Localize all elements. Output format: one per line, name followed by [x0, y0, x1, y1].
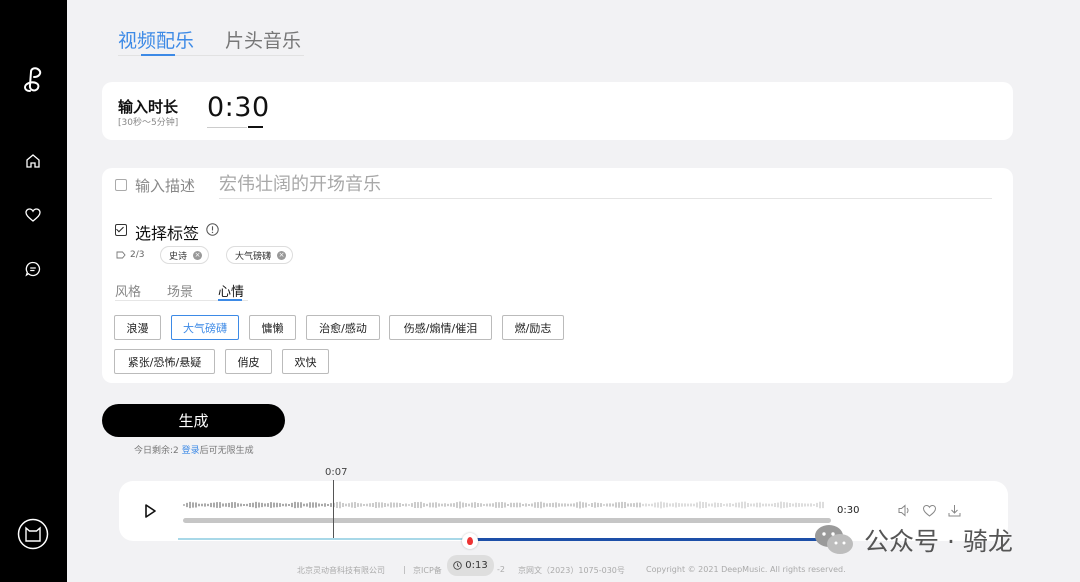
remove-tag-icon[interactable]: ×: [193, 250, 203, 260]
tag-count-value: 2/3: [130, 250, 145, 260]
timeline-marker[interactable]: [462, 533, 478, 549]
clock-icon: [453, 561, 463, 570]
footer-icp[interactable]: 京ICP备: [413, 565, 442, 576]
sidebar: [0, 0, 67, 582]
tag-option[interactable]: 伤感/煽情/催泪: [389, 315, 492, 340]
selected-tag-chip: 史诗 ×: [160, 246, 210, 264]
playhead-time: 0:07: [325, 467, 348, 478]
progress-track[interactable]: [183, 518, 831, 523]
watermark: 公众号 · 骑龙: [812, 522, 1013, 558]
message-icon[interactable]: [24, 260, 42, 278]
subtab-mood[interactable]: 心情: [218, 281, 244, 300]
tag-option[interactable]: 浪漫: [114, 315, 161, 340]
chip-label: 大气磅礴: [235, 251, 272, 262]
description-input[interactable]: [219, 170, 992, 199]
subtab-scene[interactable]: 场景: [167, 281, 193, 300]
wechat-icon: [815, 525, 853, 554]
remaining-suffix: 后可无限生成: [199, 446, 254, 456]
description-card: 输入描述 选择标签 2/3 史诗 × 大气磅礴 × 风格 场景 心情 浪漫 大气…: [102, 168, 1013, 383]
footer-copyright: Copyright © 2021 DeepMusic. All rights r…: [646, 565, 846, 574]
chip-label: 史诗: [169, 251, 188, 262]
waveform[interactable]: [183, 497, 826, 513]
timeline-position-time: 0:13: [465, 560, 488, 571]
playhead-line[interactable]: [333, 480, 334, 540]
tag-icon: [116, 251, 126, 259]
duration-card: 输入时长 [30秒～5分钟] 0:30: [102, 82, 1013, 140]
timeline-track-after[interactable]: [470, 538, 836, 541]
login-link[interactable]: 登录: [182, 446, 200, 456]
tag-option[interactable]: 慵懒: [249, 315, 296, 340]
info-icon[interactable]: [206, 223, 219, 236]
total-time: 0:30: [837, 505, 860, 516]
tag-option[interactable]: 燃/励志: [502, 315, 564, 340]
logo-icon[interactable]: [18, 64, 50, 96]
remaining-info: 今日剩余:2 登录后可无限生成: [134, 443, 254, 456]
volume-icon[interactable]: [897, 503, 912, 518]
heart-icon[interactable]: [24, 206, 42, 224]
tag-option[interactable]: 欢快: [282, 349, 329, 374]
active-subtab-indicator: [218, 299, 242, 301]
duration-underline: [207, 127, 247, 128]
tags-title: 选择标签: [135, 224, 200, 243]
footer-netcult: 京网文（2023）1075-030号: [518, 566, 625, 575]
avatar[interactable]: [17, 518, 49, 550]
description-checkbox[interactable]: [115, 179, 127, 191]
marker-drop-icon: [467, 537, 473, 545]
duration-hint: [30秒～5分钟]: [118, 118, 179, 128]
tag-count: 2/3: [116, 250, 144, 260]
favorite-icon[interactable]: [922, 503, 937, 518]
active-tab-indicator: [141, 54, 175, 56]
timeline-track-before[interactable]: [178, 538, 470, 540]
play-icon[interactable]: [143, 503, 157, 519]
tab-video-music[interactable]: 视频配乐: [118, 26, 194, 53]
duration-input[interactable]: 0:30: [207, 92, 270, 123]
tag-option[interactable]: 俏皮: [225, 349, 272, 374]
tag-option[interactable]: 治愈/感动: [306, 315, 380, 340]
footer-company: 北京灵动音科技有限公司: [297, 566, 385, 575]
footer-icp-tail[interactable]: -2: [497, 565, 505, 574]
selected-tag-chip: 大气磅礴 ×: [226, 246, 294, 264]
tag-option[interactable]: 紧张/恐怖/悬疑: [114, 349, 215, 374]
subtab-style[interactable]: 风格: [115, 281, 141, 300]
timeline-position: 0:13: [447, 555, 494, 576]
home-icon[interactable]: [24, 152, 42, 170]
duration-label: 输入时长: [118, 98, 179, 116]
remaining-count: 今日剩余:2: [134, 446, 179, 456]
tag-option[interactable]: 大气磅礴: [171, 315, 239, 340]
footer-separator: |: [403, 565, 406, 574]
description-label: 输入描述: [135, 177, 196, 195]
watermark-text: 公众号 · 骑龙: [864, 527, 1013, 556]
tab-intro-music[interactable]: 片头音乐: [225, 26, 301, 53]
generate-button[interactable]: 生成: [102, 404, 285, 437]
duration-cursor: [248, 126, 263, 128]
download-icon[interactable]: [947, 503, 962, 518]
remove-tag-icon[interactable]: ×: [277, 250, 287, 260]
tags-checkbox[interactable]: [115, 224, 127, 236]
